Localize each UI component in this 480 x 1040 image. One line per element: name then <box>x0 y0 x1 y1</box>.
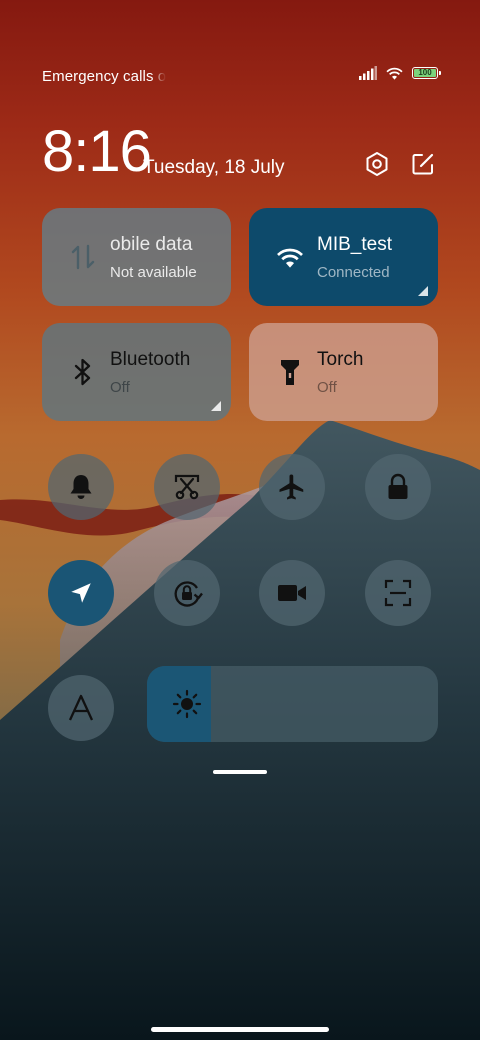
location-arrow-icon <box>71 583 91 603</box>
carrier-text: Emergency calls o <box>42 68 166 85</box>
airplane-icon <box>279 474 304 500</box>
toggle-screen-recorder[interactable] <box>259 560 325 626</box>
letter-a-icon <box>68 694 94 721</box>
status-bar: Emergency calls o 100 <box>42 66 441 86</box>
toggle-lock-screen[interactable] <box>365 454 431 520</box>
expand-corner-icon[interactable] <box>211 401 221 411</box>
tile-mobile-data-status: Not available <box>110 264 197 281</box>
tile-torch-status: Off <box>317 379 337 396</box>
wifi-icon <box>386 67 403 80</box>
tile-wifi-status: Connected <box>317 264 390 281</box>
lock-icon <box>388 473 408 499</box>
tile-wifi[interactable]: MIB_test Connected <box>249 208 438 306</box>
tile-mobile-data-title: obile data <box>110 234 193 255</box>
toggle-location[interactable] <box>48 560 114 626</box>
wifi-icon <box>275 242 305 272</box>
edit-icon[interactable] <box>409 150 437 178</box>
flashlight-icon <box>275 357 305 387</box>
toggle-ringer[interactable] <box>48 454 114 520</box>
bell-icon <box>70 475 92 499</box>
expand-corner-icon[interactable] <box>418 286 428 296</box>
battery-icon: 100 <box>412 67 441 79</box>
clock-time: 8:16 <box>42 119 152 184</box>
brightness-slider[interactable] <box>147 666 438 742</box>
toggle-scanner[interactable] <box>365 560 431 626</box>
sun-icon <box>171 688 203 720</box>
rotation-lock-icon <box>174 581 203 607</box>
tile-torch[interactable]: Torch Off <box>249 323 438 421</box>
bluetooth-icon <box>68 357 98 387</box>
tile-bluetooth-title: Bluetooth <box>110 349 191 370</box>
tile-bluetooth-status: Off <box>110 379 130 396</box>
signal-icon <box>359 66 377 80</box>
data-transfer-icon <box>68 242 98 272</box>
video-camera-icon <box>278 585 306 601</box>
home-indicator[interactable] <box>151 1027 329 1032</box>
scissors-icon <box>174 474 200 500</box>
settings-icon[interactable] <box>363 150 391 178</box>
clock-header: 8:16 Tuesday, 18 July <box>42 120 442 184</box>
tile-wifi-title: MIB_test <box>317 234 392 255</box>
toggle-font-size[interactable] <box>48 675 114 741</box>
toggle-airplane-mode[interactable] <box>259 454 325 520</box>
battery-level: 100 <box>418 68 432 77</box>
toggle-screenshot[interactable] <box>154 454 220 520</box>
scan-icon <box>384 579 412 607</box>
tile-bluetooth[interactable]: Bluetooth Off <box>42 323 231 421</box>
tile-mobile-data[interactable]: obile data Not available <box>42 208 231 306</box>
clock-date: Tuesday, 18 July <box>143 157 285 178</box>
drag-handle[interactable] <box>213 770 267 774</box>
toggle-rotation-lock[interactable] <box>154 560 220 626</box>
tile-torch-title: Torch <box>317 349 364 370</box>
